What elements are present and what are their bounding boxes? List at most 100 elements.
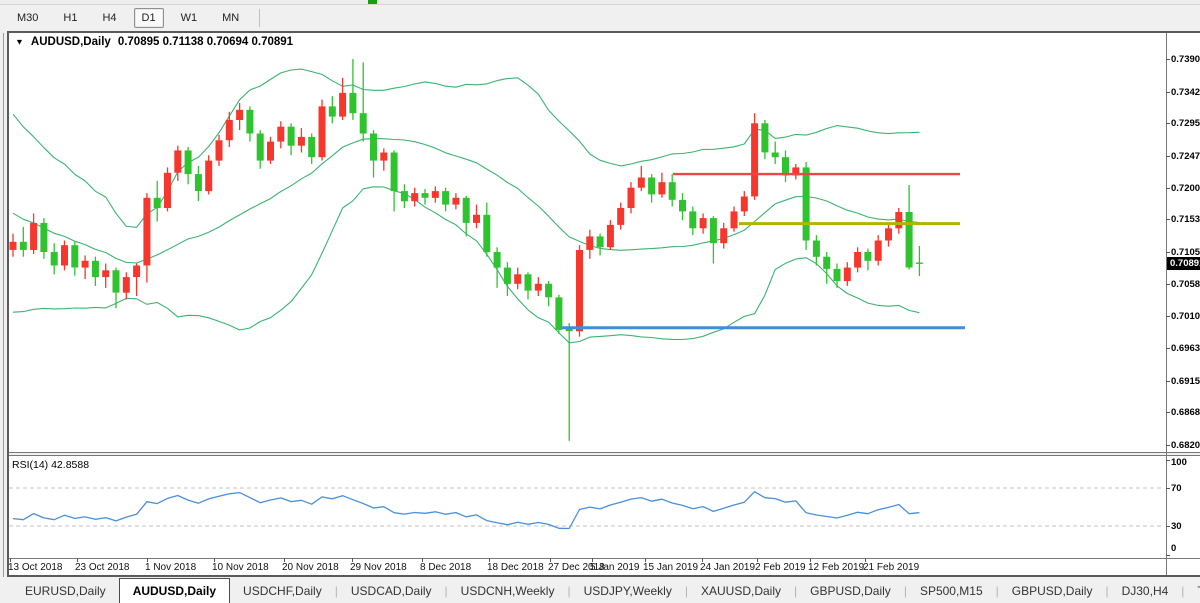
candle-body (40, 222, 48, 252)
candle-body (658, 182, 666, 195)
candle-body (885, 228, 892, 241)
timeframe-button-w1[interactable]: W1 (173, 8, 206, 28)
rsi-line (12, 491, 920, 530)
candle-body (297, 136, 305, 146)
candle-body (431, 191, 439, 198)
candle-body (164, 172, 171, 208)
candle-body (514, 274, 522, 284)
price-axis-tick (1166, 284, 1170, 285)
candle-body (153, 197, 161, 208)
candle-body (328, 106, 336, 117)
chart-tab-gbpusd-daily[interactable]: GBPUSD,Daily (999, 578, 1106, 603)
candle-body (452, 197, 460, 205)
date-axis-label: 8 Dec 2018 (420, 562, 472, 573)
date-axis-label: 29 Nov 2018 (350, 562, 407, 573)
chart-tab-bar: EURUSD,Daily AUDUSD,Daily USDCHF,Daily | USD… (0, 578, 1200, 603)
rsi-axis-tick (1166, 488, 1170, 489)
price-axis-tick (1166, 252, 1170, 253)
candle-body (30, 222, 38, 250)
candle-body (555, 297, 563, 330)
price-axis-tick (1166, 123, 1170, 124)
chart-tab-eurusd-daily[interactable]: EURUSD,Daily (12, 578, 119, 603)
chart-window: ▼ AUDUSD,Daily 0.70895 0.71138 0.70694 0… (7, 31, 1200, 577)
candle-body (256, 133, 264, 161)
chart-tab-usdjpy-weekly[interactable]: USDJPY,Weekly (571, 578, 685, 603)
candle-body (709, 218, 717, 244)
price-axis-tick (1166, 219, 1170, 220)
candle-body (81, 260, 89, 268)
current-price-badge: 0.70891 (1167, 257, 1200, 270)
date-axis-label: 1 Nov 2018 (145, 562, 197, 573)
chart-tab-dj30-h4[interactable]: DJ30,H4 (1109, 578, 1182, 603)
candle-body (534, 283, 542, 291)
candle-body (617, 208, 625, 225)
timeframe-button-d1[interactable]: D1 (133, 8, 164, 28)
date-axis-label: 5 Jan 2019 (590, 562, 640, 573)
chart-window-border (7, 575, 1200, 577)
chart-tab-usdchf-daily[interactable]: USDCHF,Daily (230, 578, 335, 603)
chart-title: ▼ AUDUSD,Daily 0.70895 0.71138 0.70694 0… (15, 36, 293, 48)
candle-body (782, 157, 789, 176)
candle-body (112, 270, 120, 293)
price-axis-label: 0.72950 (1171, 118, 1200, 129)
chart-tab-audusd-daily[interactable]: AUDUSD,Daily (118, 578, 231, 603)
active-indicator-chip (368, 0, 377, 4)
price-axis-tick (1166, 92, 1170, 93)
candle-body (699, 218, 707, 229)
price-axis-label: 0.69150 (1171, 376, 1200, 387)
candle-body (586, 236, 594, 250)
price-axis-label: 0.72470 (1171, 151, 1200, 162)
date-axis-label: 23 Oct 2018 (75, 562, 130, 573)
chart-tab-gbpusd-daily[interactable]: GBPUSD,Daily (797, 578, 904, 603)
window-edge (3, 33, 4, 577)
chart-tab-xauusd-daily[interactable]: XAUUSD,Daily (688, 578, 794, 603)
candle-body (71, 245, 79, 268)
candle-body (339, 92, 347, 117)
candle-body (287, 126, 295, 146)
candle-body (442, 191, 450, 205)
candle-body (61, 245, 68, 266)
pane-resize-divider[interactable] (7, 452, 1200, 456)
rsi-indicator-label: RSI(14) 42.8588 (12, 459, 90, 471)
chart-tab-usdcad-daily[interactable]: USDCAD,Daily (338, 578, 445, 603)
candle-body (411, 193, 419, 202)
timeframe-button-m30[interactable]: M30 (9, 8, 46, 28)
candle-body (493, 252, 501, 268)
price-chart-canvas[interactable] (7, 31, 1166, 558)
rsi-axis-tick (1166, 526, 1170, 527)
date-axis-label: 2 Feb 2019 (755, 562, 806, 573)
chart-tab-sp500-m15[interactable]: SP500,M15 (907, 578, 996, 603)
candle-body (627, 187, 635, 208)
candle-body (19, 241, 27, 250)
symbol-dropdown-icon[interactable]: ▼ (15, 38, 24, 47)
chart-tab-tech1[interactable]: TECH1 (1184, 578, 1200, 603)
candle-body (720, 228, 728, 244)
chart-tab-usdcnh-weekly[interactable]: USDCNH,Weekly (448, 578, 568, 603)
date-axis-label: 12 Feb 2019 (808, 562, 865, 573)
date-axis-label: 15 Jan 2019 (643, 562, 699, 573)
chart-symbol-label: AUDUSD,Daily (30, 36, 111, 48)
candle-body (689, 211, 697, 229)
candle-body (267, 141, 274, 161)
timeframe-button-h1[interactable]: H1 (55, 8, 85, 28)
chart-window-border (7, 31, 9, 577)
rsi-axis-tick (1166, 460, 1170, 461)
candle-body (524, 274, 532, 291)
candle-body (359, 113, 367, 134)
timeframe-button-mn[interactable]: MN (214, 8, 247, 28)
candle-body (843, 267, 851, 282)
timeframe-button-h4[interactable]: H4 (94, 8, 124, 28)
candle-body (545, 283, 553, 298)
price-axis-tick (1166, 348, 1170, 349)
candle-body (349, 92, 357, 114)
candle-body (133, 265, 141, 277)
rsi-axis-label: 70 (1171, 483, 1182, 494)
candle-body (380, 152, 388, 161)
price-axis-tick (1166, 316, 1170, 317)
candle-body (225, 119, 233, 141)
candle-body (91, 260, 99, 278)
candle-body (637, 177, 645, 188)
rsi-axis-label: 0 (1171, 543, 1177, 554)
price-axis-label: 0.70580 (1171, 279, 1200, 290)
rsi-axis-label: 30 (1171, 521, 1182, 532)
